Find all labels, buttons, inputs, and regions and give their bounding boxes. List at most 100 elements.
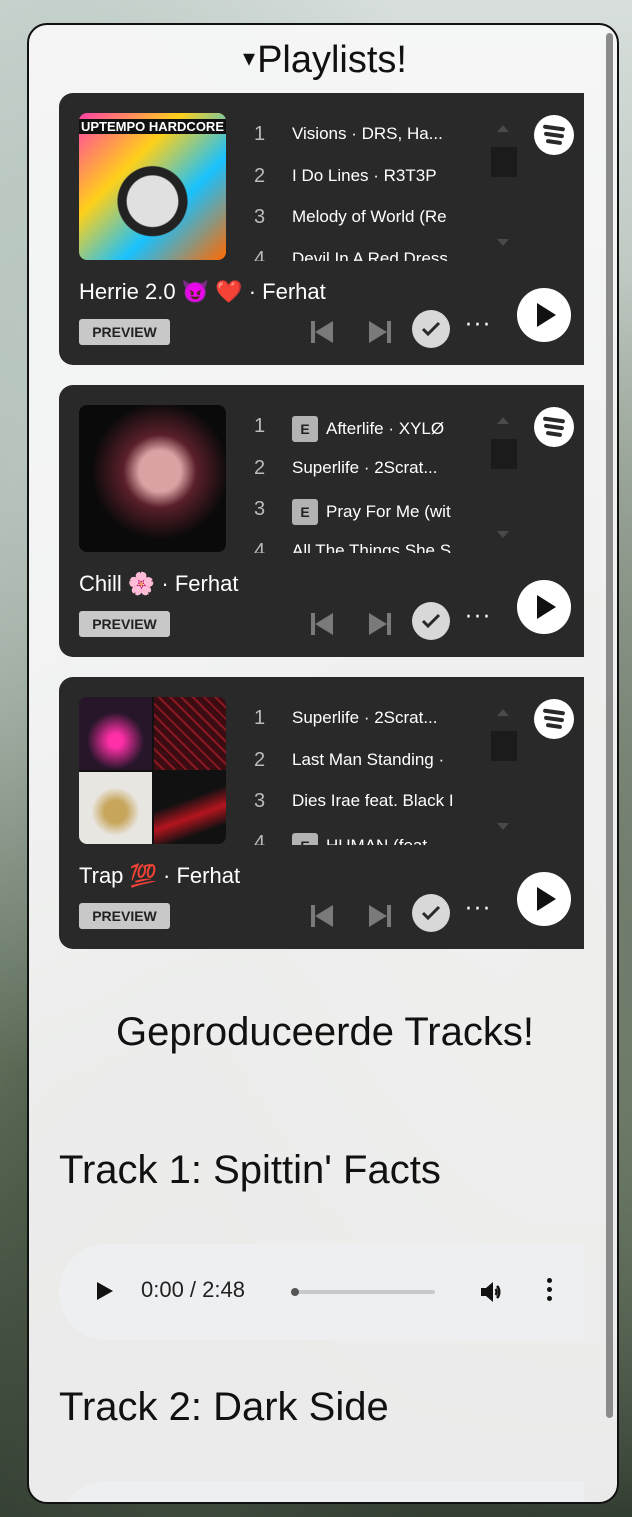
track-list[interactable]: 1 E Afterlife · XYLØ 2 Superlife · 2Scrat…	[254, 413, 484, 553]
scroll-thumb[interactable]	[491, 147, 517, 177]
list-item[interactable]: 3 E Pray For Me (wit	[254, 496, 484, 538]
list-item[interactable]: 2 Last Man Standing ·	[254, 747, 484, 789]
track-number: 2	[254, 748, 266, 771]
track-title: Devil In A Red Dress	[292, 246, 477, 262]
track-title: Superlife · 2Scrat...	[292, 705, 477, 728]
track-number: 4	[254, 539, 266, 554]
track-title: All The Things She S...	[292, 538, 477, 554]
track-number: 4	[254, 247, 266, 262]
playlists-title: Playlists!	[257, 39, 407, 81]
track-title-text: Superlife · 2Scrat...	[292, 457, 438, 477]
list-item[interactable]: 4 All The Things She S...	[254, 538, 484, 554]
playlist-cover[interactable]	[79, 405, 226, 552]
track-number: 3	[254, 790, 266, 812]
track-title: Last Man Standing ·	[292, 747, 477, 770]
list-item[interactable]: 4 Devil In A Red Dress	[254, 246, 484, 262]
track-number: 1	[254, 415, 266, 437]
track-number: 1	[254, 123, 266, 145]
list-item[interactable]: 3 Dies Irae feat. Black I	[254, 788, 484, 830]
scroll-up-icon[interactable]	[497, 709, 509, 716]
check-icon[interactable]	[412, 602, 450, 640]
more-horizontal-icon[interactable]: ···	[465, 315, 492, 337]
scroll-down-icon[interactable]	[497, 823, 509, 830]
audio-player-track-1: 0:00 / 2:48	[59, 1244, 584, 1340]
track-title: Dies Irae feat. Black I	[292, 788, 477, 811]
spotify-icon[interactable]	[534, 699, 574, 739]
track-1-heading: Track 1: Spittin' Facts	[59, 1148, 441, 1192]
page-scrollbar[interactable]	[606, 33, 613, 1418]
collapse-triangle-icon[interactable]: ▾	[243, 45, 255, 72]
playlist-cover[interactable]	[79, 697, 226, 844]
preview-badge: PREVIEW	[79, 903, 170, 929]
track-list-scrollbar[interactable]	[489, 123, 519, 246]
playlist-card: 1 Superlife · 2Scrat... 2 Last Man Stand…	[59, 677, 584, 949]
track-title-text: All The Things She S...	[292, 540, 466, 554]
playlist-name[interactable]: Chill 🌸 · Ferhat	[79, 571, 238, 597]
track-title: I Do Lines · R3T3P	[292, 163, 477, 186]
track-title: Visions · DRS, Ha...	[292, 121, 477, 144]
track-number: 2	[254, 456, 266, 479]
explicit-badge: E	[292, 499, 318, 525]
track-list-scrollbar[interactable]	[489, 707, 519, 830]
cover-label: UPTEMPO HARDCORE	[79, 119, 226, 134]
skip-previous-icon[interactable]	[309, 611, 337, 637]
track-title-text: HUMAN (feat.	[326, 835, 432, 846]
track-list[interactable]: 1 Visions · DRS, Ha... 2 I Do Lines · R3…	[254, 121, 484, 261]
track-list-scrollbar[interactable]	[489, 415, 519, 538]
track-number: 4	[254, 831, 266, 846]
playlist-card: UPTEMPO HARDCORE 1 Visions · DRS, Ha... …	[59, 93, 584, 365]
track-number: 2	[254, 164, 266, 187]
more-horizontal-icon[interactable]: ···	[465, 899, 492, 921]
audio-time: 0:00 / 2:48	[141, 1277, 245, 1302]
scroll-thumb[interactable]	[491, 731, 517, 761]
more-vertical-icon[interactable]	[547, 1278, 553, 1305]
list-item[interactable]: 4 E HUMAN (feat.	[254, 830, 484, 846]
play-icon[interactable]	[517, 580, 571, 634]
skip-next-icon[interactable]	[365, 611, 393, 637]
main-panel: ▾Playlists! UPTEMPO HARDCORE 1 Visions ·…	[27, 23, 619, 1504]
list-item[interactable]: 3 Melody of World (Re	[254, 204, 484, 246]
track-2-heading: Track 2: Dark Side	[59, 1385, 389, 1429]
track-title-text: Visions · DRS, Ha...	[292, 124, 443, 143]
skip-previous-icon[interactable]	[309, 903, 337, 929]
track-title-text: Devil In A Red Dress	[292, 248, 448, 262]
play-icon[interactable]	[517, 288, 571, 342]
spotify-icon[interactable]	[534, 407, 574, 447]
scroll-up-icon[interactable]	[497, 125, 509, 132]
check-icon[interactable]	[412, 894, 450, 932]
track-title: Melody of World (Re	[292, 204, 477, 227]
scroll-thumb[interactable]	[491, 439, 517, 469]
list-item[interactable]: 1 E Afterlife · XYLØ	[254, 413, 484, 455]
playlist-name[interactable]: Herrie 2.0 😈 ❤️ · Ferhat	[79, 279, 326, 305]
play-icon[interactable]	[97, 1282, 113, 1300]
list-item[interactable]: 2 I Do Lines · R3T3P	[254, 163, 484, 205]
produced-tracks-title: Geproduceerde Tracks!	[116, 1010, 534, 1054]
list-item[interactable]: 1 Superlife · 2Scrat...	[254, 705, 484, 747]
list-item[interactable]: 1 Visions · DRS, Ha...	[254, 121, 484, 163]
more-horizontal-icon[interactable]: ···	[465, 607, 492, 629]
track-title: Superlife · 2Scrat...	[292, 455, 477, 478]
scroll-down-icon[interactable]	[497, 239, 509, 246]
spotify-icon[interactable]	[534, 115, 574, 155]
track-title-text: Last Man Standing ·	[292, 749, 445, 769]
scroll-down-icon[interactable]	[497, 531, 509, 538]
audio-progress-knob[interactable]	[291, 1288, 299, 1296]
track-title: E HUMAN (feat.	[292, 830, 477, 846]
track-title-text: Afterlife · XYLØ	[326, 419, 445, 438]
play-icon[interactable]	[517, 872, 571, 926]
skip-next-icon[interactable]	[365, 903, 393, 929]
skip-next-icon[interactable]	[365, 319, 393, 345]
skip-previous-icon[interactable]	[309, 319, 337, 345]
scroll-up-icon[interactable]	[497, 417, 509, 424]
playlist-cover[interactable]: UPTEMPO HARDCORE	[79, 113, 226, 260]
audio-progress-bar[interactable]	[293, 1290, 435, 1294]
track-list[interactable]: 1 Superlife · 2Scrat... 2 Last Man Stand…	[254, 705, 484, 845]
track-title-text: Dies Irae feat. Black I	[292, 791, 454, 810]
list-item[interactable]: 2 Superlife · 2Scrat...	[254, 455, 484, 497]
track-number: 3	[254, 206, 266, 228]
check-icon[interactable]	[412, 310, 450, 348]
volume-icon[interactable]	[479, 1280, 507, 1308]
explicit-badge: E	[292, 832, 318, 845]
playlists-toggle[interactable]: ▾Playlists!	[29, 39, 617, 82]
playlist-name[interactable]: Trap 💯 · Ferhat	[79, 863, 240, 889]
